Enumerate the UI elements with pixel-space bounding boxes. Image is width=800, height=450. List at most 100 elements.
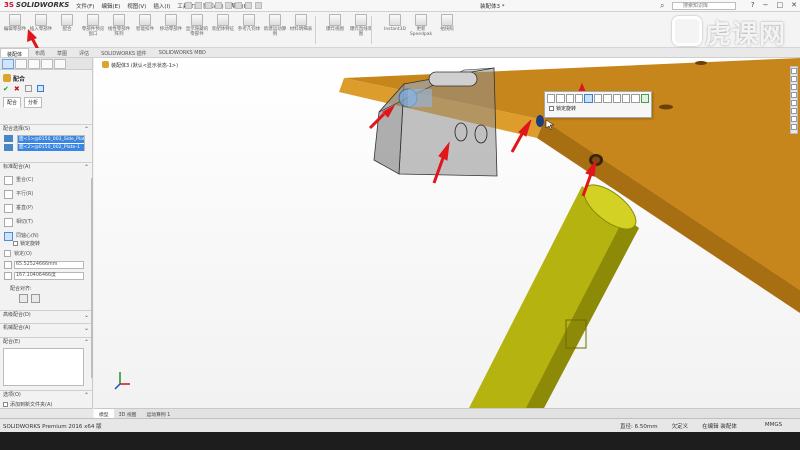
group-header[interactable]: 选项(O) ⌃	[0, 390, 92, 399]
help-icon[interactable]: ?	[751, 1, 755, 9]
display-style-icon[interactable]	[791, 108, 797, 114]
section-view-icon[interactable]	[791, 92, 797, 98]
mate-tangent[interactable]: 相切(T)	[4, 215, 39, 229]
maximize-icon[interactable]: □	[777, 1, 784, 9]
select-icon[interactable]	[235, 2, 242, 9]
group-header[interactable]: 配合(E) ⌃	[0, 337, 92, 346]
mates-list-box[interactable]	[3, 348, 84, 386]
rebuild-icon[interactable]	[245, 2, 252, 9]
angle-field[interactable]: 167.10406466度	[14, 272, 84, 280]
print-icon[interactable]	[215, 2, 222, 9]
ribbon-button-show-hidden[interactable]: 显示隐藏的零部件	[185, 14, 209, 46]
tab-motion-study[interactable]: 运动算例 1	[141, 409, 175, 418]
ribbon-button-preview-window[interactable]: 零部件预览窗口	[81, 14, 105, 46]
ribbon-button-smart-fastener[interactable]: 智能扣件	[133, 14, 157, 46]
slot-hole[interactable]	[659, 104, 673, 110]
zoom-area-icon[interactable]	[791, 76, 797, 82]
status-units[interactable]: MMGS	[765, 422, 782, 430]
ribbon-button-motion-study[interactable]: 新建运动算例	[263, 14, 287, 46]
display-manager-tab-icon[interactable]	[54, 59, 66, 69]
slot-hole[interactable]	[695, 61, 707, 65]
tab-mates[interactable]: 配合	[3, 97, 22, 108]
ok-icon[interactable]: ✔	[3, 85, 9, 93]
lock-rotation-checkbox[interactable]: 锁定旋转	[13, 240, 40, 247]
tab-mbd[interactable]: SOLIDWORKS MBD	[153, 48, 212, 57]
menu-edit[interactable]: 编辑(E)	[101, 2, 120, 10]
edit-appearance-icon[interactable]	[791, 124, 797, 130]
ribbon-button-speedpak[interactable]: 更新Speedpak	[409, 14, 433, 46]
ribbon-button-mate[interactable]: 配合	[55, 14, 79, 46]
ribbon-button-linear-pattern[interactable]: 线性零部件阵列	[107, 14, 131, 46]
menu-insert[interactable]: 插入(I)	[153, 2, 170, 10]
close-icon[interactable]: ✕	[791, 1, 797, 9]
mate-coincident[interactable]: 重合(C)	[4, 173, 39, 187]
tab-analysis[interactable]: 分析	[24, 97, 43, 108]
selected-pin-body[interactable]	[408, 89, 432, 107]
tab-3d-views[interactable]: 3D 视图	[114, 409, 142, 418]
menu-file[interactable]: 文件(F)	[76, 2, 94, 10]
ribbon-button-move-component[interactable]: 移动零部件	[159, 14, 183, 46]
group-header[interactable]: 高级配合(D) ⌄	[0, 310, 92, 319]
mate-selections-list[interactable]: 面<1>@0150_003_Side_Plate- 面<2>@0150_002_…	[17, 135, 85, 151]
tab-addins[interactable]: SOLIDWORKS 插件	[95, 48, 153, 57]
zoom-to-fit-icon[interactable]	[791, 68, 797, 74]
perpendicular-icon[interactable]	[565, 94, 575, 103]
coincident-icon[interactable]	[547, 94, 556, 103]
anti-aligned-icon[interactable]	[31, 294, 40, 303]
lock-icon[interactable]	[593, 94, 603, 103]
previous-view-icon[interactable]	[791, 84, 797, 90]
view-orientation-icon[interactable]	[791, 100, 797, 106]
tab-evaluate[interactable]: 评估	[73, 48, 95, 57]
property-manager-tab-icon[interactable]	[2, 59, 14, 69]
tab-layout[interactable]: 布局	[29, 48, 51, 57]
open-icon[interactable]	[195, 2, 202, 9]
ribbon-button-exploded-view[interactable]: 爆炸视图	[323, 14, 347, 46]
cancel-icon[interactable]: ✖	[14, 85, 20, 93]
undo-icon[interactable]	[225, 2, 232, 9]
parallel-icon[interactable]	[556, 94, 565, 103]
tab-model[interactable]: 模型	[94, 409, 114, 418]
flip-alignment-icon[interactable]	[621, 94, 631, 103]
tab-assembly[interactable]: 装配体	[0, 48, 30, 58]
search-input[interactable]: 搜索知识库	[672, 2, 736, 10]
new-icon[interactable]	[185, 2, 192, 9]
undo-mate-icon[interactable]	[24, 85, 32, 92]
group-header[interactable]: 机械配合(A) ⌄	[0, 323, 92, 332]
ribbon-button-explode-line[interactable]: 爆炸直线草图	[349, 14, 373, 46]
plate-slot[interactable]	[428, 71, 478, 87]
aligned-icon[interactable]	[19, 294, 28, 303]
ribbon-button-bom[interactable]: 材料明细表	[289, 14, 313, 46]
distance-field[interactable]: 65.52524666mm	[14, 261, 84, 269]
hide-show-icon[interactable]	[791, 116, 797, 122]
group-header[interactable]: 配合选择(S) ⌃	[0, 124, 92, 133]
tab-sketch[interactable]: 草图	[51, 48, 73, 57]
add-to-folder-checkbox[interactable]: 添加到新文件夹(A)	[3, 401, 52, 408]
dim-xpert-tab-icon[interactable]	[41, 59, 53, 69]
list-item[interactable]: 面<2>@0150_002_Plate-1	[18, 144, 84, 151]
pane-scrollbar[interactable]	[91, 178, 93, 378]
ribbon-button-snapshot[interactable]: 拍快照	[435, 14, 459, 46]
ribbon-button-reference-geometry[interactable]: 参考几何体	[237, 14, 261, 46]
angle-icon[interactable]	[612, 94, 621, 103]
ribbon-button-instant3d[interactable]: Instant3D	[383, 14, 407, 46]
search-icon[interactable]: ⌕	[660, 1, 664, 11]
mate-parallel[interactable]: 平行(R)	[4, 187, 39, 201]
ribbon-button-assembly-feature[interactable]: 装配体特征	[211, 14, 235, 46]
concentric-icon[interactable]	[584, 94, 593, 103]
group-header[interactable]: 标准配合(A) ⌃	[0, 162, 92, 171]
config-manager-tab-icon[interactable]	[28, 59, 40, 69]
mate-lock[interactable]: 锁定(O)	[4, 250, 32, 257]
keep-visible-icon[interactable]	[36, 85, 44, 92]
list-item[interactable]: 面<1>@0150_003_Side_Plate-	[18, 136, 84, 143]
feature-tree-tab-icon[interactable]	[15, 59, 27, 69]
menu-view[interactable]: 视图(V)	[127, 2, 146, 10]
minimize-icon[interactable]: −	[763, 1, 769, 9]
mate-options-icon[interactable]	[631, 94, 640, 103]
save-icon[interactable]	[205, 2, 212, 9]
options-icon[interactable]	[255, 2, 262, 9]
popup-lock-rotation[interactable]: 锁定旋转	[545, 105, 651, 112]
accept-mate-icon[interactable]	[640, 94, 649, 103]
graphics-viewport[interactable]: 装配体3 (默认<显示状态-1>) 锁定旋转	[94, 58, 800, 408]
flyout-feature-tree[interactable]: 装配体3 (默认<显示状态-1>)	[102, 61, 178, 69]
mate-perpendicular[interactable]: 垂直(P)	[4, 201, 39, 215]
